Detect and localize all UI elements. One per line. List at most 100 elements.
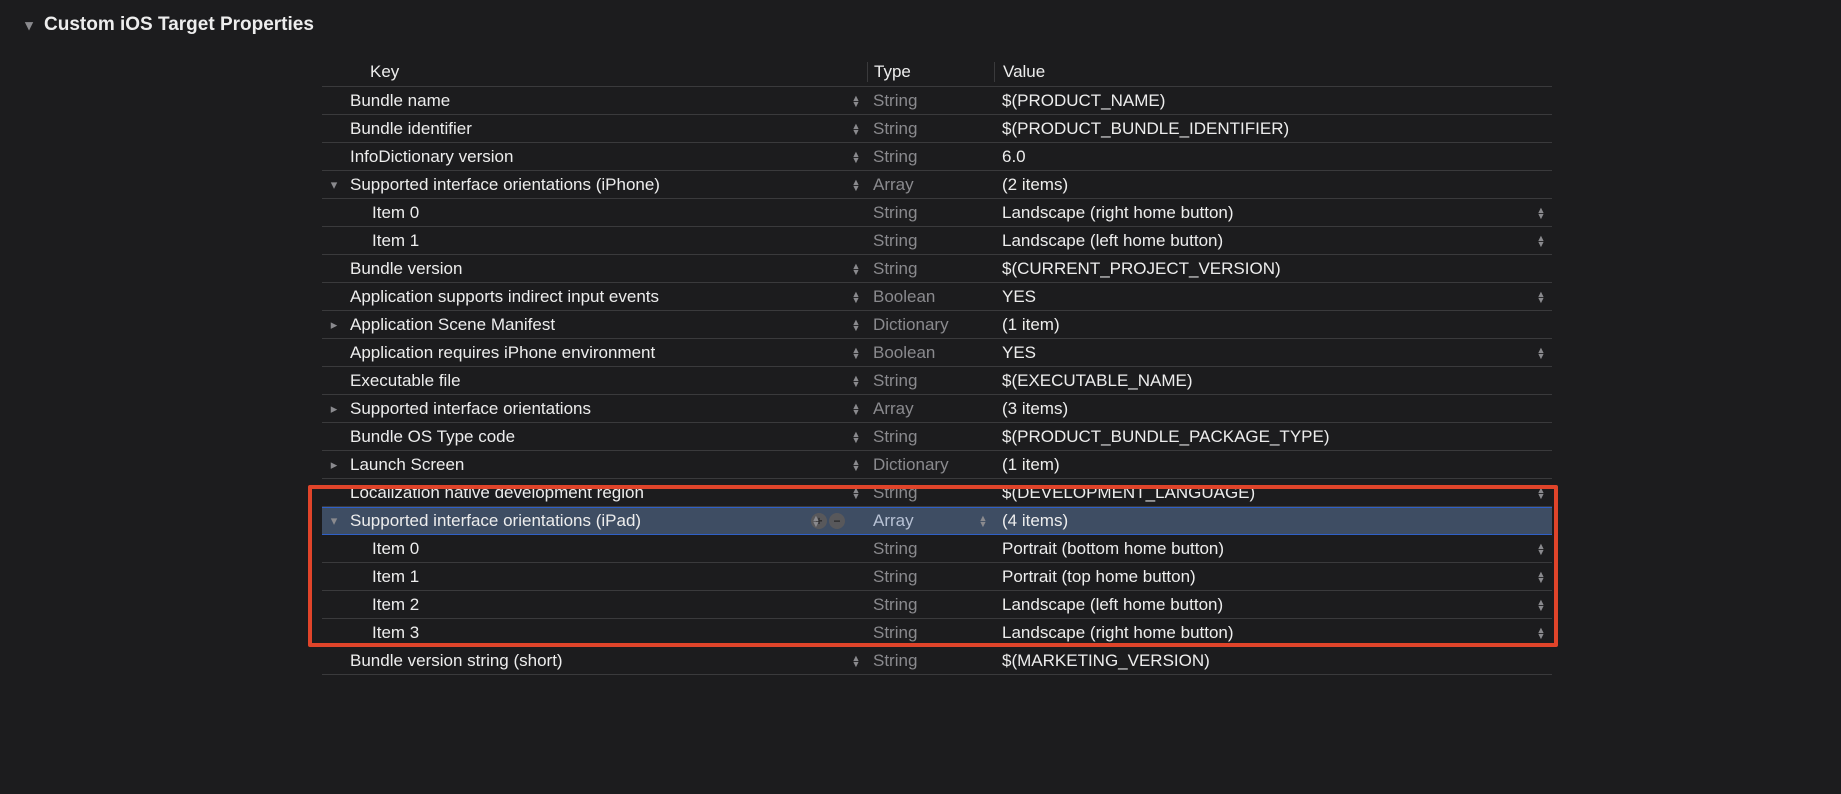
table-row-orientations-ipad-0[interactable]: Item 0StringPortrait (bottom home button…: [322, 535, 1552, 563]
table-row-requires-iphone-env[interactable]: Application requires iPhone environmentB…: [322, 339, 1552, 367]
key-stepper-icon[interactable]: [851, 487, 861, 499]
value-cell[interactable]: $(PRODUCT_NAME): [994, 91, 1552, 111]
table-row-orientations-iphone-0[interactable]: Item 0StringLandscape (right home button…: [322, 199, 1552, 227]
type-cell[interactable]: Array: [867, 175, 994, 195]
value-stepper-icon[interactable]: [1536, 487, 1546, 499]
table-row-bundle-identifier[interactable]: Bundle identifierString$(PRODUCT_BUNDLE_…: [322, 115, 1552, 143]
value-cell[interactable]: (2 items): [994, 175, 1552, 195]
key-cell[interactable]: Application requires iPhone environment: [322, 343, 867, 363]
value-stepper-icon[interactable]: [1536, 207, 1546, 219]
key-cell[interactable]: Application supports indirect input even…: [322, 287, 867, 307]
key-stepper-icon[interactable]: [851, 291, 861, 303]
table-row-orientations-ipad[interactable]: ▾Supported interface orientations (iPad)…: [322, 507, 1552, 535]
key-stepper-icon[interactable]: [851, 95, 861, 107]
table-row-bundle-name[interactable]: Bundle nameString$(PRODUCT_NAME): [322, 87, 1552, 115]
value-cell[interactable]: (3 items): [994, 399, 1552, 419]
remove-button[interactable]: −: [829, 513, 845, 529]
key-cell[interactable]: ▾Supported interface orientations (iPhon…: [322, 175, 867, 195]
type-cell[interactable]: String: [867, 203, 994, 223]
value-cell[interactable]: YES: [994, 287, 1552, 307]
value-cell[interactable]: Landscape (right home button): [994, 623, 1552, 643]
type-cell[interactable]: Boolean: [867, 287, 994, 307]
type-stepper-icon[interactable]: [978, 515, 988, 527]
table-row-infodictionary-version[interactable]: InfoDictionary versionString6.0: [322, 143, 1552, 171]
type-cell[interactable]: String: [867, 483, 994, 503]
value-cell[interactable]: Landscape (left home button): [994, 595, 1552, 615]
key-stepper-icon[interactable]: [851, 431, 861, 443]
type-cell[interactable]: String: [867, 567, 994, 587]
key-cell[interactable]: Item 2: [322, 595, 867, 615]
chevron-right-icon[interactable]: ▸: [328, 317, 340, 333]
type-cell[interactable]: Dictionary: [867, 455, 994, 475]
value-cell[interactable]: 6.0: [994, 147, 1552, 167]
type-cell[interactable]: String: [867, 651, 994, 671]
key-stepper-icon[interactable]: [851, 655, 861, 667]
value-stepper-icon[interactable]: [1536, 571, 1546, 583]
table-row-bundle-version[interactable]: Bundle versionString$(CURRENT_PROJECT_VE…: [322, 255, 1552, 283]
value-cell[interactable]: Portrait (top home button): [994, 567, 1552, 587]
key-cell[interactable]: Bundle version: [322, 259, 867, 279]
key-cell[interactable]: Bundle identifier: [322, 119, 867, 139]
key-cell[interactable]: Executable file: [322, 371, 867, 391]
key-stepper-icon[interactable]: [851, 123, 861, 135]
value-cell[interactable]: Portrait (bottom home button): [994, 539, 1552, 559]
value-cell[interactable]: $(CURRENT_PROJECT_VERSION): [994, 259, 1552, 279]
key-cell[interactable]: Item 3: [322, 623, 867, 643]
key-stepper-icon[interactable]: [811, 515, 821, 527]
table-row-bundle-os-type[interactable]: Bundle OS Type codeString$(PRODUCT_BUNDL…: [322, 423, 1552, 451]
key-cell[interactable]: ▾Supported interface orientations (iPad)…: [322, 511, 867, 531]
value-cell[interactable]: $(PRODUCT_BUNDLE_IDENTIFIER): [994, 119, 1552, 139]
key-cell[interactable]: Bundle version string (short): [322, 651, 867, 671]
value-stepper-icon[interactable]: [1536, 235, 1546, 247]
table-row-supports-indirect-input[interactable]: Application supports indirect input even…: [322, 283, 1552, 311]
value-stepper-icon[interactable]: [1536, 599, 1546, 611]
value-cell[interactable]: (1 item): [994, 315, 1552, 335]
key-cell[interactable]: ▸Supported interface orientations: [322, 399, 867, 419]
table-row-launch-screen[interactable]: ▸Launch ScreenDictionary(1 item): [322, 451, 1552, 479]
type-cell[interactable]: String: [867, 427, 994, 447]
key-cell[interactable]: Item 0: [322, 539, 867, 559]
key-stepper-icon[interactable]: [851, 403, 861, 415]
key-stepper-icon[interactable]: [851, 263, 861, 275]
table-row-orientations-iphone[interactable]: ▾Supported interface orientations (iPhon…: [322, 171, 1552, 199]
value-cell[interactable]: $(PRODUCT_BUNDLE_PACKAGE_TYPE): [994, 427, 1552, 447]
key-cell[interactable]: Item 0: [322, 203, 867, 223]
value-cell[interactable]: $(EXECUTABLE_NAME): [994, 371, 1552, 391]
type-cell[interactable]: String: [867, 623, 994, 643]
type-cell[interactable]: String: [867, 119, 994, 139]
table-row-orientations-generic[interactable]: ▸Supported interface orientationsArray(3…: [322, 395, 1552, 423]
type-cell[interactable]: String: [867, 539, 994, 559]
chevron-down-icon[interactable]: ▾: [328, 177, 340, 193]
key-stepper-icon[interactable]: [851, 179, 861, 191]
type-cell[interactable]: String: [867, 371, 994, 391]
value-stepper-icon[interactable]: [1536, 627, 1546, 639]
key-cell[interactable]: Localization native development region: [322, 483, 867, 503]
key-stepper-icon[interactable]: [851, 319, 861, 331]
value-stepper-icon[interactable]: [1536, 347, 1546, 359]
key-cell[interactable]: Item 1: [322, 231, 867, 251]
value-cell[interactable]: $(MARKETING_VERSION): [994, 651, 1552, 671]
type-cell[interactable]: String: [867, 147, 994, 167]
key-stepper-icon[interactable]: [851, 459, 861, 471]
key-cell[interactable]: InfoDictionary version: [322, 147, 867, 167]
chevron-right-icon[interactable]: ▸: [328, 457, 340, 473]
key-cell[interactable]: Bundle name: [322, 91, 867, 111]
type-cell[interactable]: String: [867, 231, 994, 251]
table-row-bundle-version-short[interactable]: Bundle version string (short)String$(MAR…: [322, 647, 1552, 675]
type-cell[interactable]: String: [867, 91, 994, 111]
type-cell[interactable]: Boolean: [867, 343, 994, 363]
table-row-orientations-iphone-1[interactable]: Item 1StringLandscape (left home button): [322, 227, 1552, 255]
value-cell[interactable]: YES: [994, 343, 1552, 363]
table-row-scene-manifest[interactable]: ▸Application Scene ManifestDictionary(1 …: [322, 311, 1552, 339]
key-stepper-icon[interactable]: [851, 151, 861, 163]
value-cell[interactable]: Landscape (left home button): [994, 231, 1552, 251]
value-cell[interactable]: (4 items): [994, 511, 1552, 531]
key-cell[interactable]: Item 1: [322, 567, 867, 587]
disclosure-triangle-icon[interactable]: [22, 14, 36, 36]
value-cell[interactable]: $(DEVELOPMENT_LANGUAGE): [994, 483, 1552, 503]
table-row-executable-file[interactable]: Executable fileString$(EXECUTABLE_NAME): [322, 367, 1552, 395]
section-header[interactable]: Custom iOS Target Properties: [0, 0, 1841, 36]
key-cell[interactable]: Bundle OS Type code: [322, 427, 867, 447]
type-cell[interactable]: Array: [867, 399, 994, 419]
chevron-down-icon[interactable]: ▾: [328, 513, 340, 529]
